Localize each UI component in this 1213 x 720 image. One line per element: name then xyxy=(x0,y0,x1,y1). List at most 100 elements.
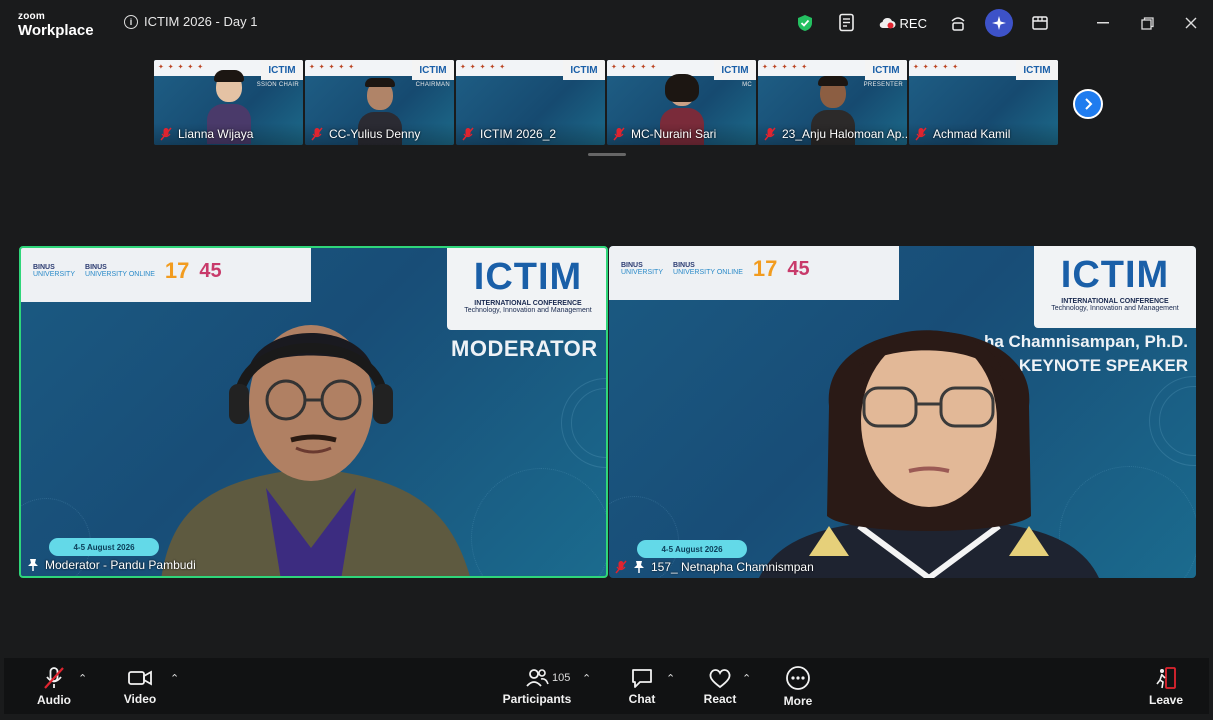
chat-button[interactable]: Chat xyxy=(622,658,662,714)
more-icon xyxy=(786,665,810,690)
binus-online-logo: BINUS UNIVERSITY ONLINE xyxy=(673,261,743,276)
participant-thumbnail[interactable]: ✦ ✦ ✦ ✦ ✦ ICTIM ICTIM 2026_2 xyxy=(456,60,605,145)
participant-name-bar: Lianna Wijaya xyxy=(154,123,303,145)
participant-name: Moderator - Pandu Pambudi xyxy=(45,558,196,572)
chat-icon xyxy=(632,668,652,688)
participant-name: Lianna Wijaya xyxy=(178,127,254,141)
title-bar-controls: REC xyxy=(784,0,1213,46)
info-icon[interactable]: i xyxy=(124,14,138,29)
brand-line1: zoom xyxy=(18,11,45,22)
brand-line2: Workplace xyxy=(18,22,94,39)
chat-label: Chat xyxy=(628,691,656,706)
mic-muted-icon xyxy=(462,127,474,141)
react-label: React xyxy=(703,691,737,706)
ictim-mini-logo: ICTIM xyxy=(412,60,454,80)
video-camera-icon xyxy=(128,669,152,686)
video-button[interactable]: Video xyxy=(120,658,160,714)
event-date-badge: 4-5 August 2026 xyxy=(637,540,747,558)
pin-icon xyxy=(634,561,644,573)
cloud-recording-indicator[interactable]: REC xyxy=(878,16,927,31)
mic-muted-icon xyxy=(311,127,323,141)
shield-icon[interactable] xyxy=(790,8,820,38)
moderator-video xyxy=(161,325,470,576)
audio-label: Audio xyxy=(37,692,71,707)
participants-count: 105 xyxy=(552,672,571,684)
audio-button[interactable]: Audio xyxy=(34,658,74,714)
next-page-button[interactable] xyxy=(1073,89,1103,119)
participant-role: PRESENTER xyxy=(863,82,903,88)
strip-resize-handle[interactable] xyxy=(588,153,626,156)
ictim-mini-logo: ICTIM xyxy=(714,60,756,80)
anniversary-17-logo: 17 xyxy=(752,256,778,281)
participant-thumbnail[interactable]: ✦ ✦ ✦ ✦ ✦ ICTIM CHAIRMAN CC-Yulius Denny xyxy=(305,60,454,145)
leave-icon xyxy=(1156,666,1176,689)
participant-name-bar: CC-Yulius Denny xyxy=(305,123,454,145)
react-options-caret[interactable]: ⌃ xyxy=(742,672,751,685)
participant-name-bar: Achmad Kamil xyxy=(909,123,1058,145)
participant-name: 23_Anju Halomoan Ap... xyxy=(782,127,907,141)
event-date-badge: 4-5 August 2026 xyxy=(49,538,159,556)
video-options-caret[interactable]: ⌃ xyxy=(170,672,179,685)
mic-muted-icon xyxy=(160,127,172,141)
meeting-info[interactable]: i ICTIM 2026 - Day 1 xyxy=(124,14,257,29)
zoom-logo: zoom Workplace xyxy=(18,11,94,39)
sponsor-logos: BINUS UNIVERSITY BINUS UNIVERSITY ONLINE 1… xyxy=(621,258,810,280)
participants-button[interactable]: Participants xyxy=(502,658,572,714)
minimize-icon[interactable] xyxy=(1081,0,1125,46)
close-icon[interactable] xyxy=(1169,0,1213,46)
participant-thumbnail[interactable]: ✦ ✦ ✦ ✦ ✦ ICTIM SSION CHAIR Lianna Wijay… xyxy=(154,60,303,145)
anniversary-45-logo: 45 xyxy=(199,260,222,282)
chevron-right-icon xyxy=(1085,98,1093,110)
participant-thumbnail[interactable]: ✦ ✦ ✦ ✦ ✦ ICTIM MC MC-Nuraini Sari xyxy=(607,60,756,145)
ictim-mini-logo: ICTIM xyxy=(563,60,605,80)
participant-role: MC xyxy=(742,82,752,88)
video-label: Video xyxy=(123,691,157,706)
mic-muted-icon xyxy=(613,127,625,141)
apps-icon[interactable] xyxy=(1025,8,1055,38)
heart-icon xyxy=(709,668,731,688)
meeting-toolbar: Audio ⌃ Video ⌃ Participants 105 ⌃ Chat … xyxy=(4,658,1209,714)
mic-muted-icon xyxy=(915,127,927,141)
meeting-title: ICTIM 2026 - Day 1 xyxy=(144,14,258,29)
speaker-video xyxy=(759,330,1099,578)
participant-name: CC-Yulius Denny xyxy=(329,127,421,141)
participant-name-bar: ICTIM 2026_2 xyxy=(456,123,605,145)
sponsor-logos: BINUS UNIVERSITY BINUS UNIVERSITY ONLINE 1… xyxy=(33,260,222,282)
participants-label: Participants xyxy=(502,691,572,706)
participant-label: 157_ Netnapha Chamnismpan xyxy=(615,560,814,574)
more-button[interactable]: More xyxy=(780,658,816,714)
ictim-mini-logo: ICTIM xyxy=(1016,60,1058,80)
participant-name-bar: MC-Nuraini Sari xyxy=(607,123,756,145)
title-bar: zoom Workplace i ICTIM 2026 - Day 1 REC xyxy=(0,0,1213,46)
video-tile-keynote-speaker[interactable]: BINUS UNIVERSITY BINUS UNIVERSITY ONLINE 1… xyxy=(609,246,1196,578)
participant-label: Moderator - Pandu Pambudi xyxy=(27,558,196,572)
pin-icon xyxy=(28,559,38,571)
mic-muted-icon xyxy=(44,666,64,689)
binus-logo: BINUS UNIVERSITY xyxy=(621,261,664,276)
restore-icon[interactable] xyxy=(1125,0,1169,46)
rec-label: REC xyxy=(899,15,927,31)
audio-options-caret[interactable]: ⌃ xyxy=(78,672,87,685)
participants-icon xyxy=(526,668,549,687)
ictim-mini-logo: ICTIM xyxy=(865,60,907,80)
ai-companion-icon[interactable] xyxy=(985,9,1013,37)
more-label: More xyxy=(783,693,813,708)
participant-thumbnail[interactable]: ✦ ✦ ✦ ✦ ✦ ICTIM Achmad Kamil xyxy=(909,60,1058,145)
notes-icon[interactable] xyxy=(832,8,862,38)
binus-logo: BINUS UNIVERSITY xyxy=(33,263,76,278)
video-tile-moderator[interactable]: BINUS UNIVERSITY BINUS UNIVERSITY ONLINE 1… xyxy=(19,246,608,578)
participants-options-caret[interactable]: ⌃ xyxy=(582,672,591,685)
participant-role: CHAIRMAN xyxy=(415,82,450,88)
cast-icon[interactable] xyxy=(943,8,973,38)
participant-name-bar: 23_Anju Halomoan Ap... xyxy=(758,123,907,145)
participant-thumbnail[interactable]: ✦ ✦ ✦ ✦ ✦ ICTIM PRESENTER 23_Anju Halomo… xyxy=(758,60,907,145)
anniversary-45-logo: 45 xyxy=(787,258,810,280)
ictim-mini-logo: ICTIM xyxy=(261,60,303,80)
mic-muted-icon xyxy=(615,560,627,574)
participant-name: Achmad Kamil xyxy=(933,127,1011,141)
react-button[interactable]: React xyxy=(702,658,738,714)
zoom-meeting-window: zoom Workplace i ICTIM 2026 - Day 1 REC xyxy=(0,0,1213,720)
chat-options-caret[interactable]: ⌃ xyxy=(666,672,675,685)
leave-button[interactable]: Leave xyxy=(1146,658,1186,714)
cloud-record-icon xyxy=(879,17,896,29)
